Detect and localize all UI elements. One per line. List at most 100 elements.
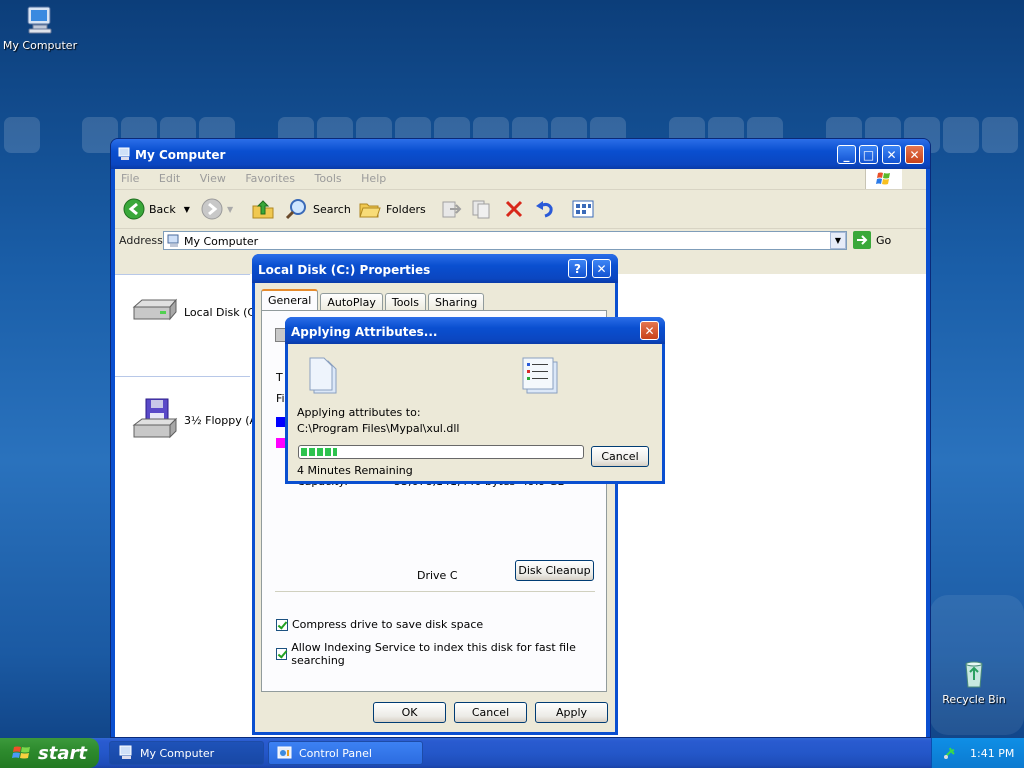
move-to-button[interactable] — [440, 198, 462, 220]
system-tray: 1:41 PM — [931, 738, 1024, 768]
tab-tools[interactable]: Tools — [384, 293, 426, 311]
checkbox-checked[interactable] — [276, 618, 288, 631]
properties-titlebar[interactable]: Local Disk (C:) Properties ? ✕ — [252, 254, 618, 283]
search-icon — [285, 199, 306, 220]
cancel-button[interactable]: Cancel — [591, 446, 649, 467]
file-path: C:\Program Files\Mypal\xul.dll — [297, 422, 460, 435]
copy-to-button[interactable] — [471, 198, 493, 220]
progress-bar — [298, 445, 584, 459]
taskbar-item-my-computer[interactable]: My Computer — [109, 741, 264, 765]
up-folder-button[interactable] — [251, 198, 275, 220]
minimize-button[interactable]: _ — [837, 145, 856, 164]
clock[interactable]: 1:41 PM — [970, 747, 1014, 760]
control-panel-icon — [277, 746, 292, 759]
close-button[interactable]: ✕ — [592, 259, 611, 278]
help-button[interactable]: ? — [568, 259, 587, 278]
address-label: Address — [119, 234, 163, 247]
menu-file[interactable]: File — [121, 172, 139, 185]
search-button[interactable]: Search — [285, 198, 351, 220]
applying-attributes-dialog: Applying Attributes... ✕ Applying attrib… — [285, 317, 665, 484]
maximize-button[interactable]: □ — [859, 145, 878, 164]
dropdown-arrow-icon[interactable]: ▼ — [184, 205, 190, 214]
desktop-icon-my-computer[interactable]: My Computer — [0, 4, 80, 52]
applying-titlebar[interactable]: Applying Attributes... ✕ — [285, 317, 665, 344]
windows-flag-icon — [876, 172, 890, 185]
applying-client: Applying attributes to: C:\Program Files… — [288, 344, 662, 481]
taskbar-item-control-panel[interactable]: Control Panel — [268, 741, 423, 765]
taskbar: start My Computer Control Panel 1:41 PM — [0, 738, 1024, 768]
back-arrow-icon — [123, 198, 145, 220]
drive-label: 3½ Floppy (A: — [184, 413, 261, 427]
menu-edit[interactable]: Edit — [159, 172, 180, 185]
desktop-icon-label: Recycle Bin — [942, 693, 1006, 706]
checkbox-label: Allow Indexing Service to index this dis… — [291, 641, 576, 667]
menu-favorites[interactable]: Favorites — [245, 172, 295, 185]
checkbox-label: Compress drive to save disk space — [292, 618, 484, 631]
start-button[interactable]: start — [0, 738, 99, 768]
drive-item-floppy[interactable]: 3½ Floppy (A: — [130, 397, 261, 443]
drive-name-label: Drive C — [417, 569, 458, 582]
compress-drive-checkbox[interactable]: Compress drive to save disk space — [276, 618, 483, 631]
tab-strip: General AutoPlay Tools Sharing — [261, 289, 486, 311]
explorer-titlebar[interactable]: My Computer _ □ ✕ ✕ — [111, 139, 930, 169]
move-to-icon — [442, 201, 462, 218]
filesystem-label: Fi — [276, 392, 285, 405]
recycle-bin-icon — [965, 661, 983, 688]
search-label: Search — [313, 202, 351, 216]
back-button[interactable]: Back ▼ — [123, 198, 190, 220]
progress-fill — [301, 448, 338, 456]
undo-button[interactable] — [534, 198, 556, 220]
close-button[interactable]: ✕ — [905, 145, 924, 164]
close-button[interactable]: ✕ — [882, 145, 901, 164]
ok-button[interactable]: OK — [373, 702, 446, 723]
folder-up-icon — [252, 200, 274, 219]
folders-icon — [359, 203, 381, 218]
tab-sharing[interactable]: Sharing — [427, 293, 485, 311]
computer-icon — [27, 6, 52, 34]
dialog-title: Local Disk (C:) Properties — [258, 263, 431, 277]
checkbox-checked[interactable] — [276, 648, 288, 660]
disk-cleanup-button[interactable]: Disk Cleanup — [515, 560, 594, 581]
back-label: Back — [149, 202, 176, 216]
menu-tools[interactable]: Tools — [315, 172, 342, 185]
desktop-icon-recycle-bin[interactable]: Recycle Bin — [934, 658, 1014, 706]
cancel-button[interactable]: Cancel — [454, 702, 527, 723]
menu-bar: File Edit View Favorites Tools Help — [115, 169, 926, 190]
folders-button[interactable]: Folders — [358, 198, 426, 220]
task-label: My Computer — [140, 746, 215, 760]
copy-to-icon — [472, 200, 490, 219]
applying-label: Applying attributes to: — [297, 406, 421, 419]
drive-item-local-disk[interactable]: Local Disk (C:) — [130, 297, 263, 327]
tab-autoplay[interactable]: AutoPlay — [320, 293, 383, 311]
views-button[interactable] — [571, 198, 595, 220]
divider — [115, 376, 250, 377]
windows-logo — [865, 169, 902, 189]
dropdown-arrow-icon[interactable]: ▼ — [227, 205, 233, 214]
address-input[interactable]: My Computer — [163, 231, 847, 250]
go-button[interactable]: Go — [853, 231, 891, 249]
close-button[interactable]: ✕ — [640, 321, 659, 340]
desktop-icon-label: My Computer — [2, 39, 78, 52]
file-icon — [309, 357, 337, 394]
tab-general[interactable]: General — [261, 289, 319, 311]
forward-arrow-icon — [201, 198, 223, 220]
apply-button[interactable]: Apply — [535, 702, 608, 723]
windows-flag-icon — [12, 746, 30, 759]
type-label: T — [276, 371, 283, 384]
window-title: My Computer — [135, 148, 226, 162]
menu-view[interactable]: View — [200, 172, 226, 185]
menu-help[interactable]: Help — [361, 172, 386, 185]
address-dropdown-button[interactable]: ▼ — [830, 232, 846, 249]
computer-icon — [167, 234, 179, 247]
divider — [275, 591, 595, 592]
computer-icon — [119, 745, 132, 759]
safely-remove-hardware-icon[interactable] — [942, 745, 958, 761]
address-bar: Address My Computer ▼ Go — [115, 229, 926, 253]
forward-button[interactable]: ▼ — [201, 198, 233, 220]
indexing-service-checkbox[interactable]: Allow Indexing Service to index this dis… — [276, 641, 606, 667]
toolbar: Back ▼ ▼ Search Folders — [115, 190, 926, 229]
computer-icon — [118, 147, 130, 160]
delete-button[interactable] — [503, 198, 525, 220]
dialog-title: Applying Attributes... — [291, 325, 438, 339]
delete-x-icon — [505, 200, 523, 218]
